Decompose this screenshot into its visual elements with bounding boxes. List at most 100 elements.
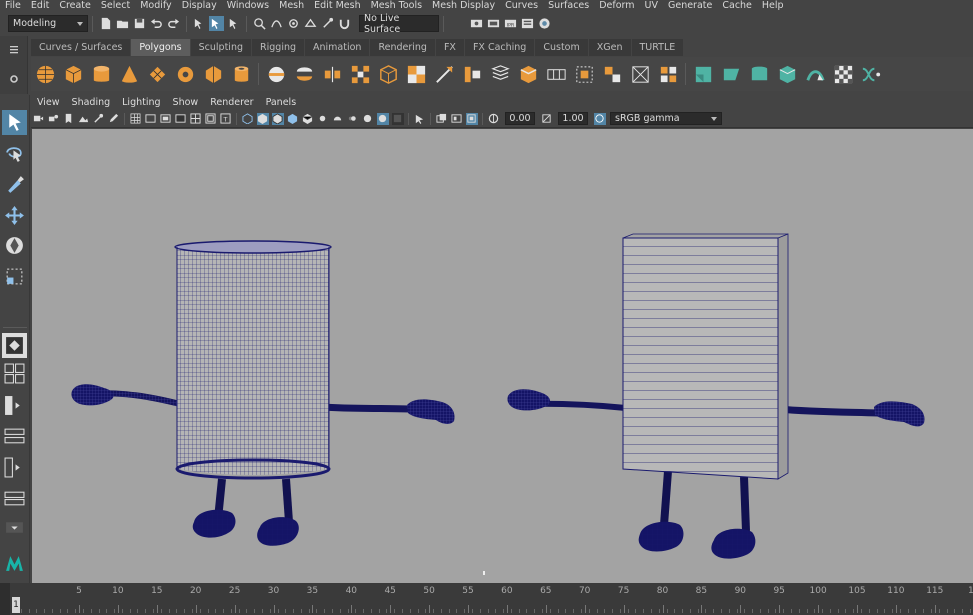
combine-icon[interactable] bbox=[262, 60, 290, 88]
menu-edit-mesh[interactable]: Edit Mesh bbox=[309, 0, 365, 12]
shelf-settings-gear-icon[interactable] bbox=[9, 74, 19, 84]
menu-select[interactable]: Select bbox=[96, 0, 135, 12]
xray-icon[interactable] bbox=[376, 112, 389, 125]
smooth-shade-icon[interactable] bbox=[256, 112, 269, 125]
shadows-icon[interactable] bbox=[317, 113, 329, 125]
film-gate-icon[interactable] bbox=[145, 113, 157, 125]
field-chart-icon[interactable] bbox=[190, 113, 202, 125]
rotate-tool-icon[interactable] bbox=[2, 233, 27, 258]
twod-pan-zoom-icon[interactable] bbox=[93, 113, 105, 125]
xray-joints-icon[interactable] bbox=[391, 112, 404, 125]
shelf-tab-turtle[interactable]: TURTLE bbox=[631, 39, 684, 56]
menu-surfaces[interactable]: Surfaces bbox=[543, 0, 594, 12]
shelf-tab-curves-surfaces[interactable]: Curves / Surfaces bbox=[31, 39, 131, 56]
connect-icon[interactable] bbox=[654, 60, 682, 88]
shelf-tab-animation[interactable]: Animation bbox=[305, 39, 370, 56]
time-slider[interactable]: 5 10 15 20 25 30 35 40 45 50 55 60 65 70 75 80 85 90 95 100… bbox=[0, 583, 973, 615]
shelf-tab-polygons[interactable]: Polygons bbox=[131, 39, 190, 56]
wireframe-icon[interactable] bbox=[242, 113, 254, 125]
poly-prism-icon[interactable] bbox=[199, 60, 227, 88]
snap-curve-icon[interactable] bbox=[269, 16, 284, 31]
scale-tool-icon[interactable] bbox=[2, 264, 27, 289]
snap-grid-icon[interactable] bbox=[252, 16, 267, 31]
move-tool-icon[interactable] bbox=[2, 203, 27, 228]
cylindrical-map-icon[interactable] bbox=[745, 60, 773, 88]
quad-draw-icon[interactable] bbox=[626, 60, 654, 88]
viewport-20-icon[interactable] bbox=[436, 113, 448, 125]
gamma-icon[interactable] bbox=[541, 113, 553, 125]
bookmarks-icon[interactable] bbox=[63, 113, 75, 125]
menu-cache[interactable]: Cache bbox=[717, 0, 757, 12]
menu-curves[interactable]: Curves bbox=[500, 0, 543, 12]
exposure-icon[interactable] bbox=[488, 113, 500, 125]
new-scene-icon[interactable] bbox=[98, 16, 113, 31]
gamma-field[interactable]: 1.00 bbox=[558, 112, 588, 125]
screen-space-ao-icon[interactable] bbox=[332, 113, 344, 125]
menu-deform[interactable]: Deform bbox=[594, 0, 639, 12]
textured-icon[interactable] bbox=[287, 113, 299, 125]
poly-cone-icon[interactable] bbox=[115, 60, 143, 88]
auto-seams-icon[interactable] bbox=[801, 60, 829, 88]
gate-display-icon[interactable] bbox=[465, 112, 478, 125]
safe-title-icon[interactable]: T bbox=[220, 113, 232, 125]
redo-icon[interactable] bbox=[166, 16, 181, 31]
menu-file[interactable]: File bbox=[0, 0, 26, 12]
extrude-icon[interactable] bbox=[430, 60, 458, 88]
menu-uv[interactable]: UV bbox=[640, 0, 663, 12]
shelf-tab-custom[interactable]: Custom bbox=[535, 39, 588, 56]
persp-outliner-layout-icon[interactable] bbox=[2, 486, 27, 511]
select-component-icon[interactable] bbox=[226, 16, 241, 31]
poly-cylinder-icon[interactable] bbox=[87, 60, 115, 88]
poly-cube-icon[interactable] bbox=[59, 60, 87, 88]
snap-view-plane-icon[interactable] bbox=[303, 16, 318, 31]
shelf-tab-xgen[interactable]: XGen bbox=[588, 39, 631, 56]
shelf-tab-rigging[interactable]: Rigging bbox=[252, 39, 305, 56]
menu-windows[interactable]: Windows bbox=[222, 0, 274, 12]
render-view-icon[interactable] bbox=[469, 16, 484, 31]
shelf-tab-rendering[interactable]: Rendering bbox=[370, 39, 435, 56]
select-tool-icon[interactable] bbox=[2, 110, 27, 135]
camera-select-icon[interactable] bbox=[33, 113, 45, 125]
panel-menu-view[interactable]: View bbox=[31, 97, 66, 108]
menu-mesh-tools[interactable]: Mesh Tools bbox=[366, 0, 427, 12]
resolution-gate-icon[interactable] bbox=[160, 113, 172, 125]
ipr-render-icon[interactable]: IPR bbox=[503, 16, 518, 31]
graph-layout-icon[interactable] bbox=[2, 424, 27, 449]
menu-mesh[interactable]: Mesh bbox=[274, 0, 309, 12]
panel-menu-panels[interactable]: Panels bbox=[260, 97, 303, 108]
menu-modify[interactable]: Modify bbox=[135, 0, 176, 12]
render-frame-icon[interactable] bbox=[486, 16, 501, 31]
poly-torus-icon[interactable] bbox=[171, 60, 199, 88]
outliner-layout-icon[interactable] bbox=[2, 393, 27, 418]
shelf-tab-fx-caching[interactable]: FX Caching bbox=[464, 39, 535, 56]
bridge-icon[interactable] bbox=[458, 60, 486, 88]
perspective-viewport[interactable] bbox=[32, 129, 973, 583]
menu-display[interactable]: Display bbox=[177, 0, 222, 12]
four-view-layout-icon[interactable] bbox=[2, 361, 27, 386]
bevel-edge-icon[interactable] bbox=[514, 60, 542, 88]
checker-map-icon[interactable] bbox=[829, 60, 857, 88]
separate-icon[interactable] bbox=[290, 60, 318, 88]
custom-layout-dropdown-icon[interactable] bbox=[2, 515, 27, 540]
backface-cull-icon[interactable] bbox=[414, 113, 426, 125]
undo-icon[interactable] bbox=[149, 16, 164, 31]
grid-icon[interactable] bbox=[130, 113, 142, 125]
gate-mask-icon[interactable] bbox=[175, 113, 187, 125]
color-management-icon[interactable] bbox=[593, 112, 606, 125]
menu-mesh-display[interactable]: Mesh Display bbox=[427, 0, 500, 12]
camera-attributes-icon[interactable] bbox=[48, 113, 60, 125]
wireframe-on-shaded-icon[interactable] bbox=[271, 112, 284, 125]
snap-live-icon[interactable] bbox=[320, 16, 335, 31]
persp-graph-layout-icon[interactable] bbox=[2, 455, 27, 480]
use-all-lights-icon[interactable] bbox=[302, 113, 314, 125]
paint-select-tool-icon[interactable] bbox=[2, 172, 27, 197]
append-to-polygon-icon[interactable] bbox=[542, 60, 570, 88]
panel-menu-lighting[interactable]: Lighting bbox=[116, 97, 166, 108]
grease-pencil-icon[interactable] bbox=[108, 113, 120, 125]
shelf-tab-fx[interactable]: FX bbox=[435, 39, 464, 56]
box-character[interactable] bbox=[507, 233, 925, 559]
transfer-attributes-icon[interactable] bbox=[857, 60, 885, 88]
menu-help[interactable]: Help bbox=[757, 0, 789, 12]
exposure-field[interactable]: 0.00 bbox=[505, 112, 535, 125]
motion-blur-icon[interactable] bbox=[347, 113, 359, 125]
